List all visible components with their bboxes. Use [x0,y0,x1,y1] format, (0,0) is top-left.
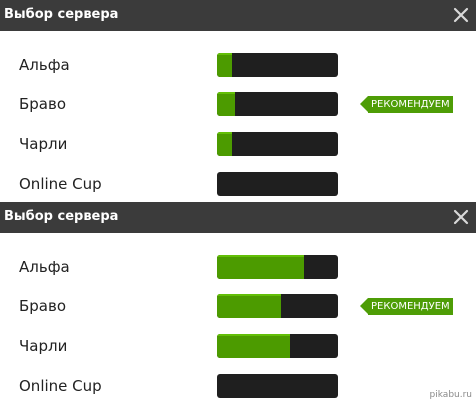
server-load-bar [217,334,338,358]
server-row-alfa[interactable]: Альфа [0,255,476,281]
dialog-titlebar: Выбор сервера [0,0,476,31]
server-load-fill [217,92,236,116]
server-select-dialog: Выбор сервера Альфа Браво РЕКОМЕНДУЕМ Ча… [0,0,476,202]
server-name: Чарли [19,135,68,153]
server-name: Браво [19,95,67,113]
server-row-alfa[interactable]: Альфа [0,53,476,79]
server-name: Альфа [19,56,70,74]
server-name: Online Cup [19,377,102,395]
dialog-title: Выбор сервера [4,7,119,22]
watermark: pikabu.ru [429,390,472,400]
server-load-fill [217,132,232,156]
server-row-charlie[interactable]: Чарли [0,334,476,360]
server-name: Альфа [19,258,70,276]
server-load-bar [217,172,338,196]
server-load-fill [217,53,232,77]
server-name: Чарли [19,337,68,355]
server-row-bravo[interactable]: Браво РЕКОМЕНДУЕМ [0,294,476,320]
close-icon[interactable] [452,208,470,226]
dialog-title: Выбор сервера [4,209,119,224]
close-icon[interactable] [452,6,470,24]
dialog-titlebar: Выбор сервера [0,202,476,233]
server-load-fill [217,334,290,358]
server-load-bar [217,255,338,279]
server-load-bar [217,132,338,156]
server-select-dialog: Выбор сервера Альфа Браво РЕКОМЕНДУЕМ Ча… [0,202,476,403]
server-load-bar [217,374,338,398]
server-name: Браво [19,297,67,315]
server-row-charlie[interactable]: Чарли [0,132,476,158]
server-load-bar [217,53,338,77]
server-load-bar [217,294,338,318]
recommended-badge: РЕКОМЕНДУЕМ [360,96,453,113]
recommended-badge: РЕКОМЕНДУЕМ [360,298,453,315]
server-load-fill [217,294,282,318]
server-load-fill [217,255,305,279]
server-row-online-cup[interactable]: Online Cup [0,374,476,400]
server-load-bar [217,92,338,116]
server-row-bravo[interactable]: Браво РЕКОМЕНДУЕМ [0,92,476,118]
server-row-online-cup[interactable]: Online Cup [0,172,476,198]
server-name: Online Cup [19,175,102,193]
